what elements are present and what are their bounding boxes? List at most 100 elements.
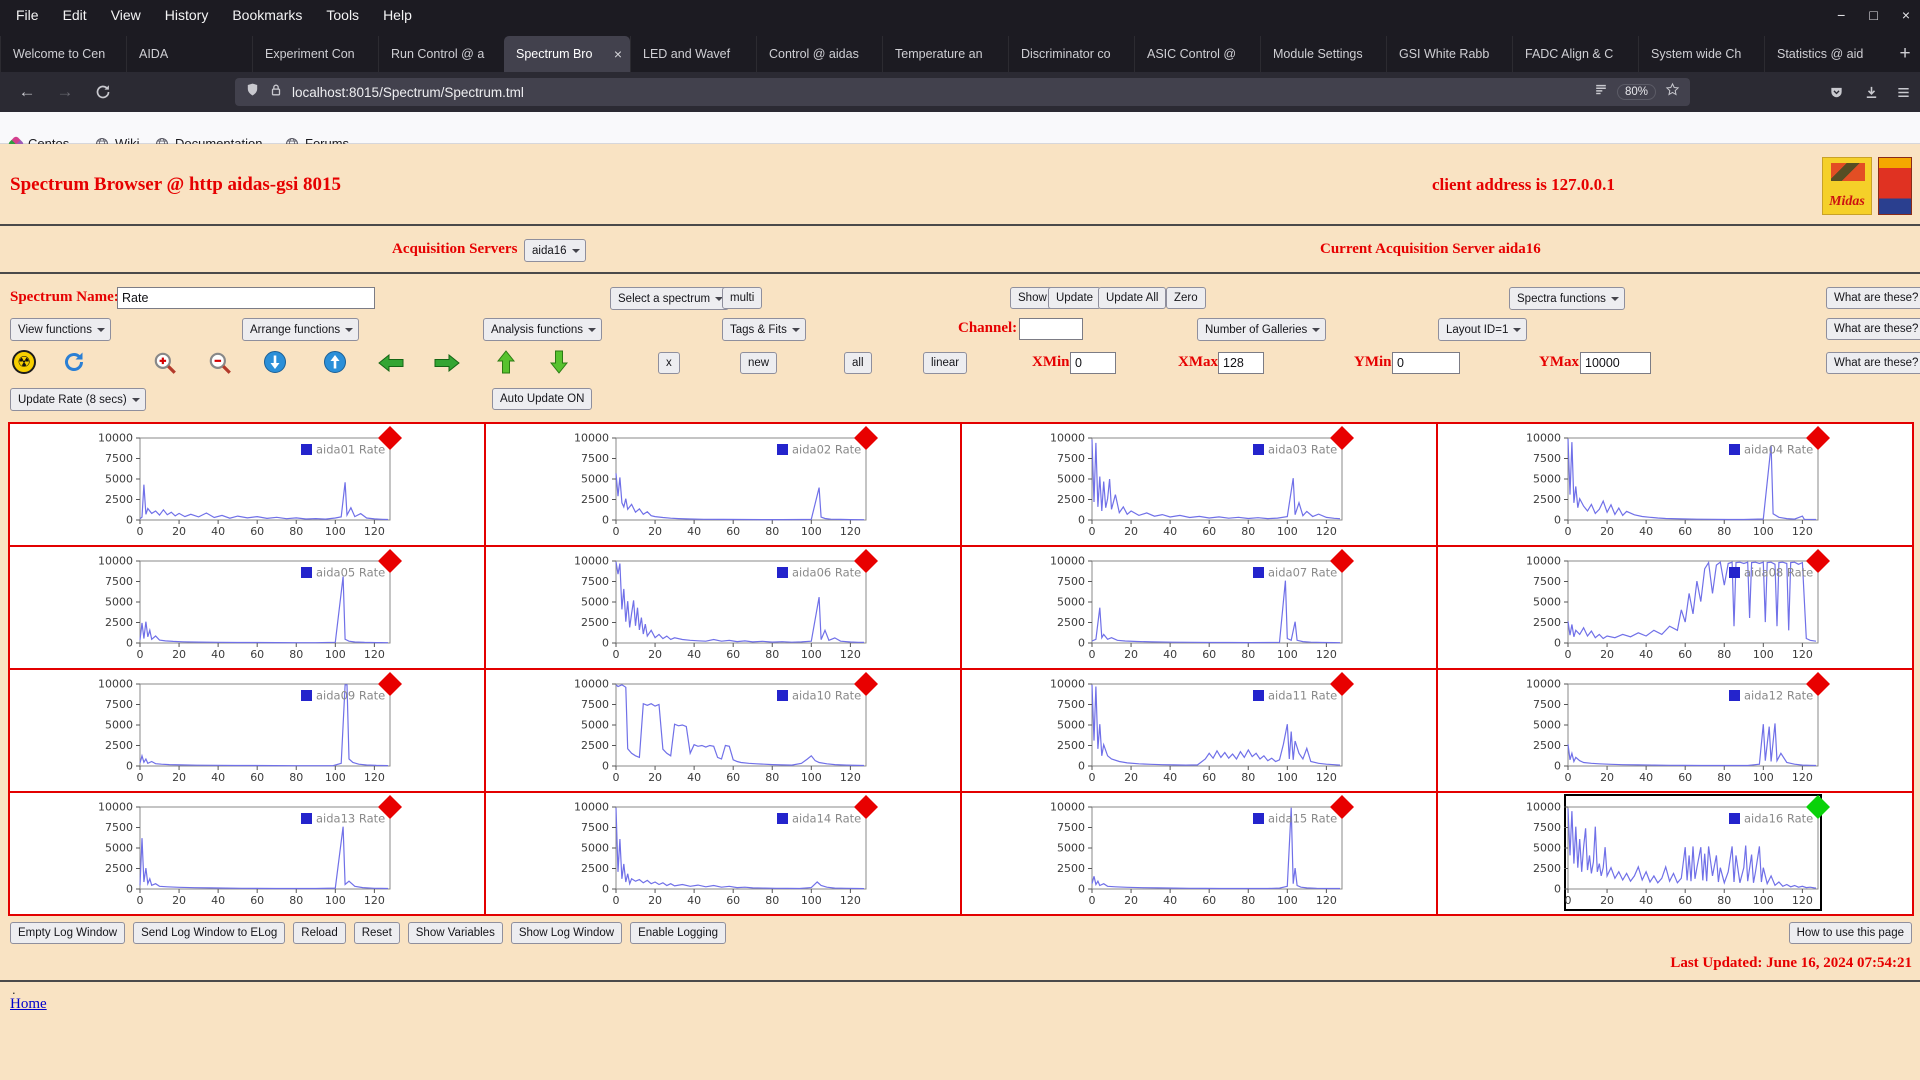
update-rate-dropdown[interactable]: Update Rate (8 secs)	[10, 388, 146, 411]
what-are-these-button-1[interactable]: What are these?	[1826, 287, 1920, 309]
what-are-these-button-2[interactable]: What are these?	[1826, 318, 1920, 340]
spectrum-plot-aida14[interactable]: 0 2500 5000 7500 10000 0 20 40 60 80 100 120 aida14 …	[486, 793, 960, 914]
tab-welcome-to-cen[interactable]: Welcome to Cen	[0, 36, 126, 72]
update-button[interactable]: Update	[1048, 287, 1102, 309]
reader-mode-icon[interactable]	[1594, 83, 1608, 102]
tab-close-icon[interactable]: ×	[614, 46, 622, 62]
select-spectrum-dropdown[interactable]: Select a spectrum	[610, 287, 730, 310]
number-of-galleries-drop[interactable]: Number of Galleries	[1197, 318, 1327, 341]
menu-tools[interactable]: Tools	[314, 7, 371, 23]
radiation-icon[interactable]: ☢	[12, 350, 36, 374]
pan-right-icon[interactable]	[434, 354, 460, 372]
ymin-input[interactable]	[1392, 352, 1460, 374]
auto-update-button[interactable]: Auto Update ON	[492, 388, 593, 410]
plot-cell-aida10[interactable]: 0 2500 5000 7500 10000 0 20 40 60 80 100 120 aida10 …	[484, 668, 962, 793]
enable-logging-button[interactable]: Enable Logging	[630, 922, 727, 944]
tab-experiment-con[interactable]: Experiment Con	[252, 36, 378, 72]
acquisition-server-select[interactable]: aida16	[524, 239, 586, 262]
tab-gsi-white-rabb[interactable]: GSI White Rabb	[1386, 36, 1512, 72]
plot-cell-aida04[interactable]: 0 2500 5000 7500 10000 0 20 40 60 80 100 120 aida04 …	[1436, 422, 1914, 547]
view-functions-dropdown[interactable]: View functions	[10, 318, 111, 341]
zero-button[interactable]: Zero	[1166, 287, 1206, 309]
pan-up-icon[interactable]	[497, 350, 515, 374]
home-link[interactable]: Home	[10, 996, 47, 1013]
forward-icon[interactable]: →	[52, 80, 78, 104]
menu-edit[interactable]: Edit	[51, 7, 99, 23]
new-button[interactable]: new	[740, 352, 778, 374]
layout-id-dropdown[interactable]: Layout ID=1	[1438, 318, 1528, 341]
plot-cell-aida02[interactable]: 0 2500 5000 7500 10000 0 20 40 60 80 100 120 aida02 …	[484, 422, 962, 547]
xmin-input[interactable]	[1070, 352, 1116, 374]
xmax-input[interactable]	[1218, 352, 1264, 374]
arrange-functions-dropdown[interactable]: Arrange functions	[242, 318, 360, 341]
spectrum-plot-aida16[interactable]: 0 2500 5000 7500 10000 0 20 40 60 80 100 120 aida16 …	[1438, 793, 1912, 914]
spectrum-name-input[interactable]	[117, 287, 375, 309]
send-log-window-to-elog-button[interactable]: Send Log Window to ELog	[133, 922, 286, 944]
zoom-level-badge[interactable]: 80%	[1616, 84, 1656, 100]
x-axis-button[interactable]: x	[658, 352, 680, 374]
spectrum-plot-aida05[interactable]: 0 2500 5000 7500 10000 0 20 40 60 80 100 120 aida05 …	[10, 547, 484, 668]
reset-button[interactable]: Reset	[353, 922, 400, 944]
tab-discriminator-co[interactable]: Discriminator co	[1008, 36, 1134, 72]
plot-cell-aida03[interactable]: 0 2500 5000 7500 10000 0 20 40 60 80 100 120 aida03 …	[960, 422, 1438, 547]
facility-logo[interactable]	[1878, 157, 1912, 215]
tab-run-control-a[interactable]: Run Control @ a	[378, 36, 504, 72]
tab-aida[interactable]: AIDA	[126, 36, 252, 72]
menu-bookmarks[interactable]: Bookmarks	[220, 7, 314, 23]
how-to-use-button[interactable]: How to use this page	[1788, 922, 1912, 944]
tab-system-wide-ch[interactable]: System wide Ch	[1638, 36, 1764, 72]
bookmark-star-icon[interactable]	[1665, 82, 1680, 102]
zoom-out-icon[interactable]	[207, 350, 233, 376]
spectrum-plot-aida03[interactable]: 0 2500 5000 7500 10000 0 20 40 60 80 100 120 aida03 …	[962, 424, 1436, 545]
pocket-icon[interactable]	[1823, 80, 1849, 104]
spectrum-plot-aida15[interactable]: 0 2500 5000 7500 10000 0 20 40 60 80 100 120 aida15 …	[962, 793, 1436, 914]
plot-cell-aida05[interactable]: 0 2500 5000 7500 10000 0 20 40 60 80 100 120 aida05 …	[8, 545, 486, 670]
update-all-button[interactable]: Update All	[1098, 287, 1167, 309]
menu-history[interactable]: History	[153, 7, 221, 23]
spectrum-plot-aida09[interactable]: 0 2500 5000 7500 10000 0 20 40 60 80 100 120 aida09 …	[10, 670, 484, 791]
spectrum-plot-aida11[interactable]: 0 2500 5000 7500 10000 0 20 40 60 80 100 120 aida11 …	[962, 670, 1436, 791]
plot-cell-aida15[interactable]: 0 2500 5000 7500 10000 0 20 40 60 80 100 120 aida15 …	[960, 791, 1438, 916]
reload-icon[interactable]	[90, 80, 116, 104]
plot-cell-aida16[interactable]: 0 2500 5000 7500 10000 0 20 40 60 80 100 120 aida16 …	[1436, 791, 1914, 916]
spectrum-plot-aida06[interactable]: 0 2500 5000 7500 10000 0 20 40 60 80 100 120 aida06 …	[486, 547, 960, 668]
tab-spectrum-bro[interactable]: Spectrum Bro ×	[504, 36, 630, 72]
reload-button[interactable]: Reload	[293, 922, 346, 944]
shield-icon[interactable]	[245, 82, 260, 102]
close-icon[interactable]: ×	[1902, 7, 1910, 23]
url-bar[interactable]: localhost:8015/Spectrum/Spectrum.tml 80%	[235, 78, 1690, 106]
tab-asic-control-[interactable]: ASIC Control @	[1134, 36, 1260, 72]
new-tab-button[interactable]: +	[1890, 36, 1920, 72]
shift-up-icon[interactable]	[323, 350, 347, 374]
back-icon[interactable]: ←	[14, 80, 40, 104]
plot-cell-aida14[interactable]: 0 2500 5000 7500 10000 0 20 40 60 80 100 120 aida14 …	[484, 791, 962, 916]
hamburger-menu-icon[interactable]	[1890, 80, 1916, 104]
downloads-icon[interactable]	[1858, 80, 1884, 104]
tab-temperature-an[interactable]: Temperature an	[882, 36, 1008, 72]
pan-down-icon[interactable]	[550, 350, 568, 374]
tab-control-aidas[interactable]: Control @ aidas	[756, 36, 882, 72]
show-variables-button[interactable]: Show Variables	[407, 922, 503, 944]
site-info-icon[interactable]	[269, 83, 283, 102]
spectra-functions-dropdown[interactable]: Spectra functions	[1509, 287, 1625, 310]
linear-button[interactable]: linear	[923, 352, 968, 374]
menu-view[interactable]: View	[99, 7, 153, 23]
zoom-in-icon[interactable]	[152, 350, 178, 376]
shift-down-icon[interactable]	[263, 350, 287, 374]
plot-cell-aida07[interactable]: 0 2500 5000 7500 10000 0 20 40 60 80 100 120 aida07 …	[960, 545, 1438, 670]
spectrum-plot-aida12[interactable]: 0 2500 5000 7500 10000 0 20 40 60 80 100 120 aida12 …	[1438, 670, 1912, 791]
plot-cell-aida13[interactable]: 0 2500 5000 7500 10000 0 20 40 60 80 100 120 aida13 …	[8, 791, 486, 916]
show-log-window-button[interactable]: Show Log Window	[510, 922, 623, 944]
menu-help[interactable]: Help	[371, 7, 424, 23]
plot-cell-aida11[interactable]: 0 2500 5000 7500 10000 0 20 40 60 80 100 120 aida11 …	[960, 668, 1438, 793]
empty-log-window-button[interactable]: Empty Log Window	[10, 922, 126, 944]
minimize-icon[interactable]: −	[1837, 7, 1845, 23]
spectrum-plot-aida01[interactable]: 0 2500 5000 7500 10000 0 20 40 60 80 100 120 aida01 …	[10, 424, 484, 545]
plot-cell-aida06[interactable]: 0 2500 5000 7500 10000 0 20 40 60 80 100 120 aida06 …	[484, 545, 962, 670]
tab-led-and-wavef[interactable]: LED and Wavef	[630, 36, 756, 72]
spectrum-plot-aida02[interactable]: 0 2500 5000 7500 10000 0 20 40 60 80 100 120 aida02 …	[486, 424, 960, 545]
tags-fits-dropdown[interactable]: Tags & Fits	[722, 318, 806, 341]
tab-module-settings[interactable]: Module Settings	[1260, 36, 1386, 72]
menu-file[interactable]: File	[4, 7, 51, 23]
tab-statistics-aid[interactable]: Statistics @ aid	[1764, 36, 1890, 72]
